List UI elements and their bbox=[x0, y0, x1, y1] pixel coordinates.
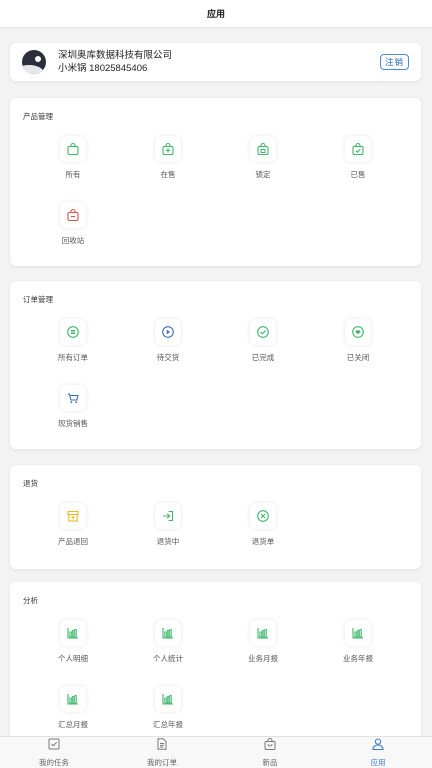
returns-card: 退货 产品退回 退货中 退货单 bbox=[10, 465, 421, 569]
tab-label: 新品 bbox=[262, 758, 278, 767]
tab-my-orders[interactable]: 我的订单 bbox=[108, 737, 216, 768]
document-icon bbox=[155, 737, 169, 756]
product-recycle-bin[interactable]: 回收站 bbox=[22, 202, 124, 258]
tile-label: 汇总月报 bbox=[58, 720, 88, 729]
tab-label: 我的订单 bbox=[147, 758, 177, 767]
product-all[interactable]: 所有 bbox=[22, 136, 124, 192]
check-circle-icon bbox=[250, 319, 276, 345]
product-sold[interactable]: 已售 bbox=[307, 136, 409, 192]
bag-lock-icon bbox=[250, 136, 276, 162]
tile-label: 在售 bbox=[160, 170, 176, 179]
returns-orders[interactable]: 退货单 bbox=[212, 503, 314, 559]
tile-label: 业务年报 bbox=[343, 654, 373, 663]
tile-label: 个人统计 bbox=[153, 654, 183, 663]
company-name: 深圳奥库数据科技有限公司 bbox=[58, 49, 173, 61]
task-check-icon bbox=[47, 737, 61, 756]
bar-chart-icon bbox=[60, 620, 86, 646]
section-title: 产品管理 bbox=[23, 112, 53, 121]
tile-label: 已完成 bbox=[251, 353, 275, 362]
logout-button[interactable]: 注销 bbox=[379, 54, 409, 70]
tile-label: 个人明细 bbox=[58, 654, 88, 663]
bar-chart-icon bbox=[60, 686, 86, 712]
play-circle-icon bbox=[155, 319, 181, 345]
bag-plus-icon bbox=[155, 136, 181, 162]
orders-spot-sales[interactable]: 现货销售 bbox=[22, 385, 124, 441]
bar-chart-icon bbox=[155, 686, 181, 712]
enter-icon bbox=[155, 503, 181, 529]
bar-chart-icon bbox=[155, 620, 181, 646]
profile-card: 深圳奥库数据科技有限公司 小米锅 18025845406 注销 bbox=[10, 43, 421, 81]
analysis-personal-detail[interactable]: 个人明细 bbox=[22, 620, 124, 676]
bottom-tab-bar: 我的任务 我的订单 新品 应用 bbox=[0, 736, 432, 768]
tile-label: 汇总年报 bbox=[153, 720, 183, 729]
tile-label: 退货中 bbox=[156, 537, 180, 546]
analysis-business-monthly[interactable]: 业务月报 bbox=[212, 620, 314, 676]
analysis-card: 分析 个人明细 个人统计 业务月报 业务年报 汇总月报 汇总年报 bbox=[10, 582, 421, 736]
orders-completed[interactable]: 已完成 bbox=[212, 319, 314, 375]
tile-label: 回收站 bbox=[61, 236, 85, 245]
tile-label: 业务月报 bbox=[248, 654, 278, 663]
tile-label: 待交货 bbox=[156, 353, 180, 362]
orders-closed[interactable]: 已关闭 bbox=[307, 319, 409, 375]
tile-label: 已售 bbox=[350, 170, 366, 179]
shopping-bag-icon bbox=[263, 737, 277, 756]
product-locked[interactable]: 锁定 bbox=[212, 136, 314, 192]
tab-new-products[interactable]: 新品 bbox=[216, 737, 324, 768]
bar-chart-icon bbox=[250, 620, 276, 646]
app-header: 应用 bbox=[0, 0, 432, 28]
tile-label: 所有 bbox=[65, 170, 81, 179]
tile-label: 锁定 bbox=[255, 170, 271, 179]
bag-minus-icon bbox=[60, 202, 86, 228]
bar-chart-icon bbox=[345, 620, 371, 646]
tab-my-tasks[interactable]: 我的任务 bbox=[0, 737, 108, 768]
tab-label: 我的任务 bbox=[39, 758, 69, 767]
tab-label: 应用 bbox=[370, 758, 386, 767]
avatar[interactable] bbox=[22, 50, 46, 74]
x-circle-icon bbox=[250, 503, 276, 529]
returns-in-progress[interactable]: 退货中 bbox=[117, 503, 219, 559]
user-info: 小米锅 18025845406 bbox=[58, 62, 148, 74]
orders-all[interactable]: 所有订单 bbox=[22, 319, 124, 375]
person-icon bbox=[371, 737, 385, 756]
section-title: 分析 bbox=[23, 596, 38, 605]
analysis-summary-monthly[interactable]: 汇总月报 bbox=[22, 686, 124, 736]
section-title: 订单管理 bbox=[23, 295, 53, 304]
list-circle-icon bbox=[60, 319, 86, 345]
tile-label: 现货销售 bbox=[58, 419, 88, 428]
bag-check-icon bbox=[345, 136, 371, 162]
cart-icon bbox=[60, 385, 86, 411]
analysis-personal-stats[interactable]: 个人统计 bbox=[117, 620, 219, 676]
tile-label: 退货单 bbox=[251, 537, 275, 546]
analysis-summary-yearly[interactable]: 汇总年报 bbox=[117, 686, 219, 736]
tile-label: 所有订单 bbox=[58, 353, 88, 362]
content-scroll[interactable]: 深圳奥库数据科技有限公司 小米锅 18025845406 注销 产品管理 所有 … bbox=[0, 28, 432, 736]
heart-circle-icon bbox=[345, 319, 371, 345]
bag-icon bbox=[60, 136, 86, 162]
section-title: 退货 bbox=[23, 479, 38, 488]
order-management-card: 订单管理 所有订单 待交货 已完成 已关闭 现货销售 bbox=[10, 281, 421, 449]
tile-label: 产品退回 bbox=[58, 537, 88, 546]
returns-product-return[interactable]: 产品退回 bbox=[22, 503, 124, 559]
product-management-card: 产品管理 所有 在售 锁定 已售 回收站 bbox=[10, 98, 421, 266]
analysis-business-yearly[interactable]: 业务年报 bbox=[307, 620, 409, 676]
orders-pending-delivery[interactable]: 待交货 bbox=[117, 319, 219, 375]
tile-label: 已关闭 bbox=[346, 353, 370, 362]
page-title: 应用 bbox=[206, 9, 225, 19]
tab-apps[interactable]: 应用 bbox=[324, 737, 432, 768]
product-on-sale[interactable]: 在售 bbox=[117, 136, 219, 192]
archive-icon bbox=[60, 503, 86, 529]
